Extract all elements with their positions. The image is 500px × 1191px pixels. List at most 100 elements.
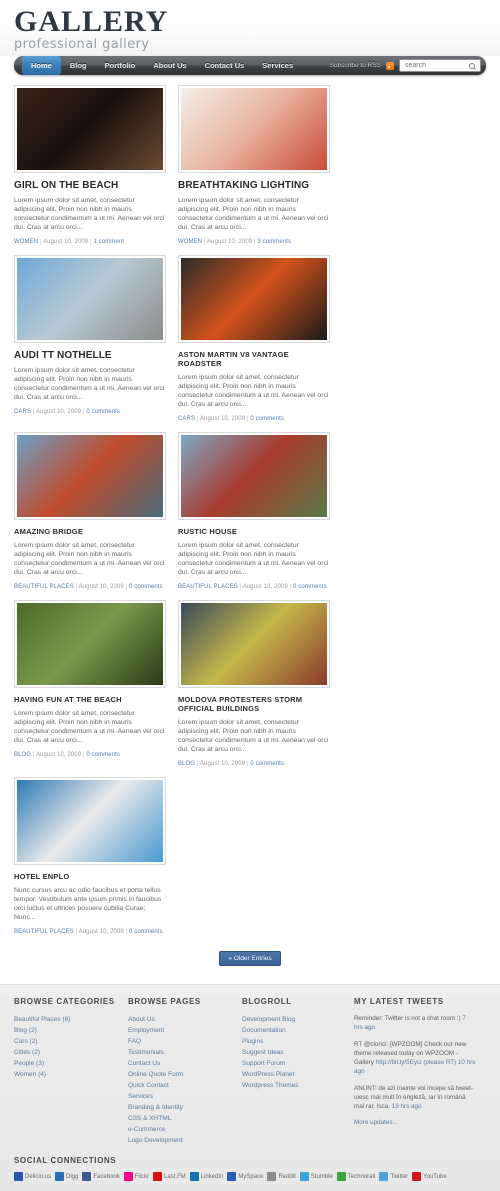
post-comments-link[interactable]: 0 comments <box>86 409 120 415</box>
social-link-linkedin[interactable]: LinkedIn <box>189 1172 223 1181</box>
blogroll-link[interactable]: Documentation <box>242 1025 344 1036</box>
page-link[interactable]: Testimonials <box>128 1047 232 1058</box>
older-entries-button[interactable]: « Older Entries <box>219 951 281 966</box>
post-category[interactable]: BEAUTIFUL PLACES <box>14 584 74 590</box>
post-thumbnail[interactable] <box>178 600 330 688</box>
post-thumbnail[interactable] <box>178 432 330 520</box>
blogroll-link[interactable]: WordPress Planet <box>242 1069 344 1080</box>
post-title[interactable]: BREATHTAKING LIGHTING <box>178 180 330 191</box>
page-link[interactable]: CSS & XHTML <box>128 1113 232 1124</box>
page-link[interactable]: e-Commerce <box>128 1124 232 1135</box>
category-link[interactable]: Cars (2) <box>14 1036 118 1047</box>
post-category[interactable]: BEAUTIFUL PLACES <box>14 929 74 935</box>
blogroll-link[interactable]: Support Forum <box>242 1058 344 1069</box>
site-logo-title[interactable]: GALLERY <box>14 6 500 38</box>
category-link[interactable]: Women (4) <box>14 1069 118 1080</box>
category-link[interactable]: Beautiful Places (6) <box>14 1014 118 1025</box>
post-category[interactable]: WOMEN <box>178 239 202 245</box>
post-card: AMAZING BRIDGE Lorem ipsum dolor sit amet… <box>14 432 166 590</box>
page-link[interactable]: Employment <box>128 1025 232 1036</box>
page-link[interactable]: Contact Us <box>128 1058 232 1069</box>
blogroll-link[interactable]: Plugins <box>242 1036 344 1047</box>
post-thumbnail[interactable] <box>14 85 166 173</box>
social-link-facebook[interactable]: Facebook <box>82 1172 120 1181</box>
post-category[interactable]: BLOG <box>178 761 195 767</box>
post-comments-link[interactable]: 0 comments <box>129 584 163 590</box>
post-title[interactable]: GIRL ON THE BEACH <box>14 180 166 191</box>
nav-item-contact-us[interactable]: Contact Us <box>196 56 254 75</box>
post-title[interactable]: AUDI TT NOTHELLE <box>14 350 166 361</box>
post-category[interactable]: BEAUTIFUL PLACES <box>178 584 238 590</box>
nav-item-services[interactable]: Services <box>253 56 302 75</box>
post-title[interactable]: HAVING FUN AT THE BEACH <box>14 695 166 704</box>
category-link[interactable]: Blog (2) <box>14 1025 118 1036</box>
social-link-flickr[interactable]: Flickr <box>123 1172 149 1181</box>
page-link[interactable]: Online Quote Form <box>128 1069 232 1080</box>
page-link[interactable]: Logo Development <box>128 1135 232 1146</box>
post-comments-link[interactable]: 0 comments <box>250 416 284 422</box>
post-excerpt: Lorem ipsum dolor sit amet, consectetur … <box>14 197 165 231</box>
nav-item-portfolio[interactable]: Portfolio <box>96 56 145 75</box>
page-link[interactable]: Branding & Identity <box>128 1102 232 1113</box>
social-link-label: Delicio.us <box>25 1173 52 1180</box>
tweet-item: ANUNT: de azi inainte voi incepe să twee… <box>354 1084 476 1111</box>
post-title[interactable]: AMAZING BRIDGE <box>14 527 166 536</box>
social-link-twitter[interactable]: Twitter <box>379 1172 408 1181</box>
tweet-time[interactable]: 13 hrs ago <box>392 1103 422 1110</box>
post-comments-link[interactable]: 0 comments <box>250 761 284 767</box>
rss-subscribe-link[interactable]: Subscribe to RSS <box>330 62 381 69</box>
category-link[interactable]: People (3) <box>14 1058 118 1069</box>
post-title[interactable]: ASTON MARTIN V8 VANTAGE ROADSTER <box>178 350 330 368</box>
post-title[interactable]: HOTEL ENPLO <box>14 872 166 881</box>
post-thumbnail[interactable] <box>14 777 166 865</box>
post-meta: WOMEN | August 10, 2009 | 3 comments <box>178 239 330 245</box>
page-link[interactable]: Services <box>128 1091 232 1102</box>
post-thumbnail[interactable] <box>178 85 330 173</box>
post-category[interactable]: BLOG <box>14 752 31 758</box>
social-link-lastfm[interactable]: Last.FM <box>153 1172 186 1181</box>
post-category[interactable]: CARS <box>178 416 195 422</box>
category-link[interactable]: Cities (2) <box>14 1047 118 1058</box>
post-title[interactable]: RUSTIC HOUSE <box>178 527 330 536</box>
nav-item-blog[interactable]: Blog <box>61 56 96 75</box>
page-link[interactable]: Quick Contact <box>128 1080 232 1091</box>
post-comments-link[interactable]: 3 comments <box>257 239 291 245</box>
rss-icon[interactable] <box>386 61 394 70</box>
footer-column-blogroll: BLOGROLL Development Blog Documentation Pl… <box>242 997 354 1146</box>
social-link-youtube[interactable]: YouTube <box>412 1172 447 1181</box>
social-link-stumble[interactable]: Stumble <box>299 1172 333 1181</box>
social-link-technorati[interactable]: Technorati <box>336 1172 375 1181</box>
digg-icon <box>55 1172 65 1181</box>
post-thumbnail[interactable] <box>14 432 166 520</box>
post-comments-link[interactable]: 0 comments <box>293 584 327 590</box>
post-category[interactable]: CARS <box>14 409 31 415</box>
post-thumbnail[interactable] <box>14 600 166 688</box>
post-date: August 10, 2009 <box>43 239 89 245</box>
nav-item-about-us[interactable]: About Us <box>144 56 195 75</box>
nav-item-home[interactable]: Home <box>22 56 61 75</box>
more-updates-link[interactable]: More updates... <box>354 1119 476 1126</box>
post-thumbnail[interactable] <box>14 255 166 343</box>
post-title[interactable]: MOLDOVA PROTESTERS STORM OFFICIAL BUILDI… <box>178 695 330 713</box>
footer-column-pages: BROWSE PAGES About Us Employment FAQ Testim… <box>128 997 242 1146</box>
page-link[interactable]: FAQ <box>128 1036 232 1047</box>
social-link-myspace[interactable]: MySpace <box>227 1172 263 1181</box>
search-input[interactable] <box>403 61 469 70</box>
blogroll-link[interactable]: Suggest Ideas <box>242 1047 344 1058</box>
blogroll-link[interactable]: Wordpress Themes <box>242 1080 344 1091</box>
post-thumbnail[interactable] <box>178 255 330 343</box>
social-link-reddit[interactable]: Reddit <box>267 1172 296 1181</box>
post-category[interactable]: WOMEN <box>14 239 38 245</box>
post-comments-link[interactable]: 0 comments <box>129 929 163 935</box>
search-icon[interactable] <box>469 62 475 69</box>
social-link-digg[interactable]: Digg <box>55 1172 78 1181</box>
post-comments-link[interactable]: 0 comments <box>86 752 120 758</box>
page-link[interactable]: About Us <box>128 1014 232 1025</box>
blogroll-link[interactable]: Development Blog <box>242 1014 344 1025</box>
post-comments-link[interactable]: 1 comment <box>93 239 124 245</box>
myspace-icon <box>227 1172 237 1181</box>
search-box[interactable] <box>399 59 481 72</box>
social-link-delicious[interactable]: Delicio.us <box>14 1172 51 1181</box>
tweet-link[interactable]: http://bit.ly/5Eyci <box>376 1059 422 1066</box>
post-date: August 10, 2009 <box>199 761 246 767</box>
